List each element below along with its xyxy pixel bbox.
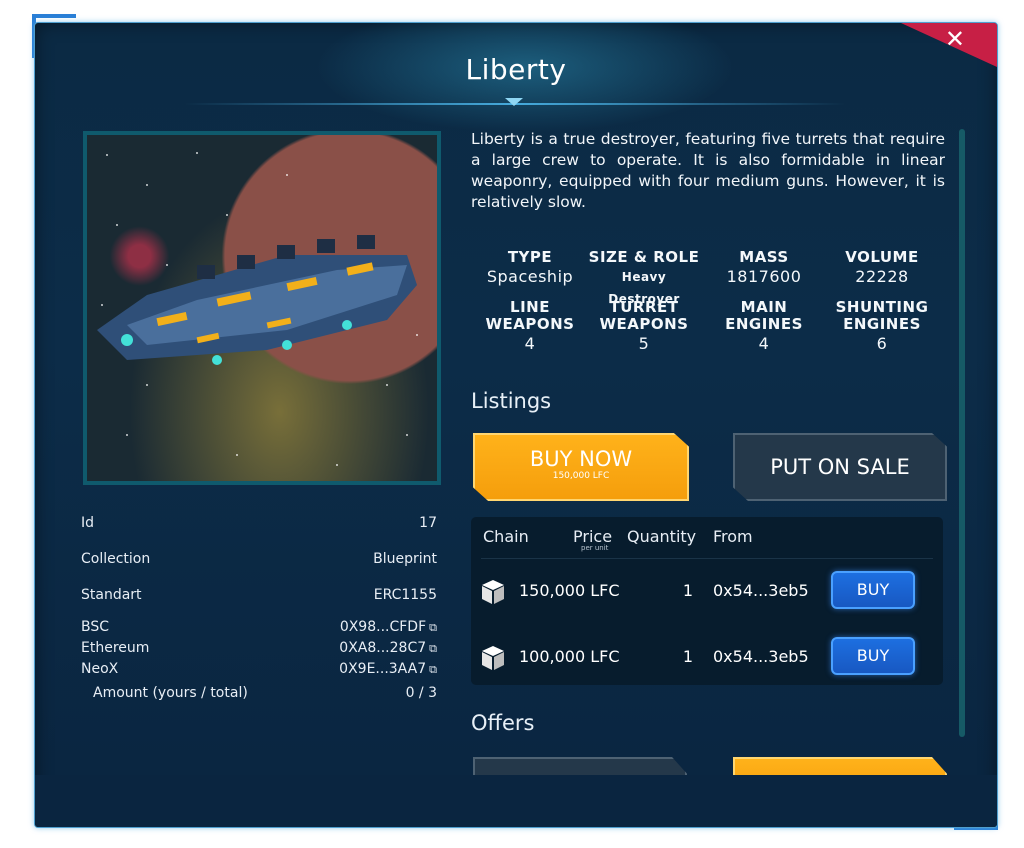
- table-row: 100,000 LFC 1 0x54...3eb5 BUY: [471, 637, 943, 677]
- property-value: 0 / 3: [405, 685, 437, 701]
- stat-value: 5: [638, 334, 650, 353]
- listings-table: Chain Price per unit Quantity From 150,0…: [471, 517, 943, 685]
- stat-label: VOLUME: [845, 248, 919, 266]
- stat-line-weapons: LINE WEAPONS 4: [471, 299, 589, 355]
- ship-description: Liberty is a true destroyer, featuring f…: [471, 130, 945, 211]
- item-detail-dialog: Liberty ✕ Id 17 Collection Blueprint Sta…: [34, 22, 998, 828]
- column-header-chain: Chain: [483, 527, 529, 546]
- link-text[interactable]: 0X9E...3AA7: [339, 661, 426, 677]
- listings-heading: Listings: [471, 389, 552, 413]
- external-link-icon[interactable]: ⧉: [429, 663, 437, 676]
- neox-contract-link[interactable]: 0X9E...3AA7 ⧉: [339, 661, 437, 677]
- stat-value: 6: [876, 334, 888, 353]
- close-icon[interactable]: ✕: [945, 25, 965, 53]
- buy-now-button[interactable]: BUY NOW 150,000 LFC: [473, 433, 689, 501]
- offers-heading: Offers: [471, 711, 535, 735]
- property-row-id: Id 17: [81, 515, 437, 535]
- stat-label: SIZE & ROLE: [588, 248, 700, 266]
- listing-quantity: 1: [682, 647, 693, 666]
- stat-value: 4: [758, 334, 770, 353]
- stat-value: 22228: [855, 267, 909, 286]
- scrollbar[interactable]: [959, 129, 965, 737]
- bsc-contract-link[interactable]: 0X98...CFDF ⧉: [340, 619, 437, 635]
- link-text[interactable]: 0X98...CFDF: [340, 619, 426, 635]
- ship-image: [83, 131, 441, 485]
- stat-value: Spaceship: [486, 267, 574, 286]
- property-row-standart: Standart ERC1155: [81, 587, 437, 607]
- stat-value: 1817600: [726, 267, 802, 286]
- property-value: ERC1155: [373, 587, 437, 603]
- stat-volume: VOLUME 22228: [823, 249, 941, 288]
- external-link-icon[interactable]: ⧉: [429, 642, 437, 655]
- table-row: 150,000 LFC 1 0x54...3eb5 BUY: [471, 571, 943, 611]
- property-key: Amount (yours / total): [93, 685, 248, 701]
- property-row-bsc: BSC 0X98...CFDF ⧉: [81, 619, 437, 639]
- property-key: Id: [81, 515, 95, 531]
- property-key: Ethereum: [81, 640, 150, 656]
- stat-label: LINE WEAPONS: [485, 298, 575, 333]
- stat-label: MASS: [739, 248, 789, 266]
- property-value: 17: [419, 515, 437, 531]
- property-key: BSC: [81, 619, 110, 635]
- listing-seller: 0x54...3eb5: [713, 581, 809, 600]
- link-text[interactable]: 0XA8...28C7: [339, 640, 426, 656]
- property-key: Collection: [81, 551, 151, 567]
- stat-label: TURRET WEAPONS: [599, 298, 689, 333]
- put-on-sale-button[interactable]: PUT ON SALE: [733, 433, 947, 501]
- property-value: Blueprint: [373, 551, 437, 567]
- column-header-price-sub: per unit: [581, 544, 609, 552]
- column-header-quantity: Quantity: [627, 527, 697, 546]
- buy-now-label[interactable]: BUY NOW: [475, 447, 687, 471]
- ethereum-contract-link[interactable]: 0XA8...28C7 ⧉: [339, 640, 437, 656]
- table-divider: [481, 558, 933, 559]
- stat-turret-weapons: TURRET WEAPONS 5: [585, 299, 703, 355]
- listing-quantity: 1: [682, 581, 693, 600]
- spaceship-illustration: [97, 152, 418, 466]
- stat-mass: MASS 1817600: [705, 249, 823, 288]
- property-key: Standart: [81, 587, 142, 603]
- stat-shunting-engines: SHUNTING ENGINES 6: [823, 299, 941, 355]
- stat-main-engines: MAIN ENGINES 4: [705, 299, 823, 355]
- stat-label: SHUNTING ENGINES: [835, 298, 929, 333]
- listing-price: 150,000 LFC: [519, 581, 620, 600]
- stat-label: MAIN ENGINES: [725, 298, 803, 333]
- column-header-from: From: [713, 527, 753, 546]
- chain-cube-icon: [482, 580, 504, 604]
- listing-seller: 0x54...3eb5: [713, 647, 809, 666]
- property-row-ethereum: Ethereum 0XA8...28C7 ⧉: [81, 640, 437, 660]
- buy-now-price[interactable]: 150,000 LFC: [475, 471, 687, 481]
- buy-button[interactable]: BUY: [831, 637, 915, 675]
- property-row-amount: Amount (yours / total) 0 / 3: [81, 685, 437, 705]
- stat-type: TYPE Spaceship: [471, 249, 589, 288]
- stat-label: TYPE: [507, 248, 553, 266]
- dialog-title: Liberty: [465, 53, 567, 86]
- listing-price: 100,000 LFC: [519, 647, 620, 666]
- buy-button[interactable]: BUY: [831, 571, 915, 609]
- chain-cube-icon: [482, 646, 504, 670]
- property-row-collection: Collection Blueprint: [81, 551, 437, 571]
- property-row-neox: NeoX 0X9E...3AA7 ⧉: [81, 661, 437, 681]
- stat-value: 4: [524, 334, 536, 353]
- external-link-icon[interactable]: ⧉: [429, 621, 437, 634]
- property-key: NeoX: [81, 661, 119, 677]
- dialog-footer: [35, 775, 997, 827]
